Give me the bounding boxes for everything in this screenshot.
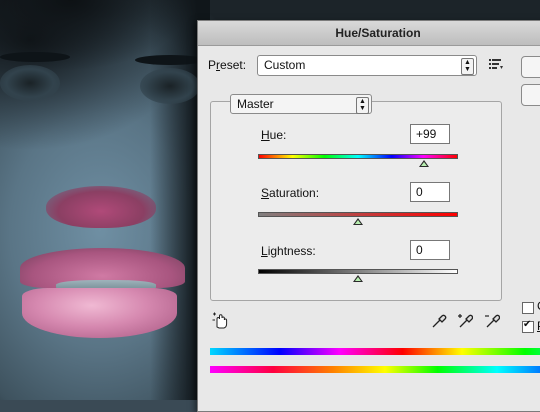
hand-adjust-icon[interactable] (212, 312, 230, 330)
edit-range-value: Master (237, 97, 274, 111)
up-down-arrows-icon: ▲ ▼ (356, 97, 369, 114)
left-eyebrow (0, 52, 70, 62)
lightness-slider-thumb[interactable] (353, 275, 363, 282)
saturation-label: Saturation: (261, 186, 320, 200)
lightness-field[interactable]: 0 (410, 240, 450, 260)
hue-field[interactable]: +99 (410, 124, 450, 144)
output-color-bar[interactable] (210, 366, 540, 373)
preview-checkbox[interactable] (522, 319, 534, 333)
left-eye (0, 65, 60, 101)
ok-button[interactable] (521, 56, 540, 78)
eyedropper-plus-icon[interactable] (457, 313, 474, 329)
up-down-arrows-icon: ▲ ▼ (461, 58, 474, 75)
eyedropper-icon[interactable] (431, 313, 447, 329)
hue-label: Hue: (261, 128, 287, 142)
edit-range-select[interactable]: Master ▲ ▼ (230, 94, 372, 114)
input-color-bar[interactable] (210, 348, 540, 355)
eyedropper-minus-icon[interactable] (484, 313, 501, 329)
saturation-slider-track[interactable] (258, 212, 458, 217)
saturation-slider-thumb[interactable] (353, 218, 363, 225)
hue-slider-track[interactable] (258, 154, 458, 159)
list-options-icon[interactable] (489, 58, 503, 73)
preset-value: Custom (264, 58, 306, 72)
nose (46, 186, 156, 228)
hue-slider-thumb[interactable] (419, 160, 429, 167)
colorize-checkbox[interactable] (522, 302, 534, 314)
lightness-slider-track[interactable] (258, 269, 458, 274)
cancel-button[interactable] (521, 84, 540, 106)
preset-select[interactable]: Custom ▲ ▼ (257, 55, 477, 76)
dialog-title[interactable]: Hue/Saturation (198, 21, 540, 46)
hue-saturation-dialog: Hue/Saturation Preset: Custom ▲ ▼ Master … (197, 20, 540, 412)
right-eyebrow (135, 55, 205, 65)
preset-label: Preset: (208, 58, 247, 72)
lower-lip (22, 288, 177, 338)
right-eye (140, 68, 200, 104)
lightness-label: Lightness: (261, 244, 316, 258)
saturation-field[interactable]: 0 (410, 182, 450, 202)
